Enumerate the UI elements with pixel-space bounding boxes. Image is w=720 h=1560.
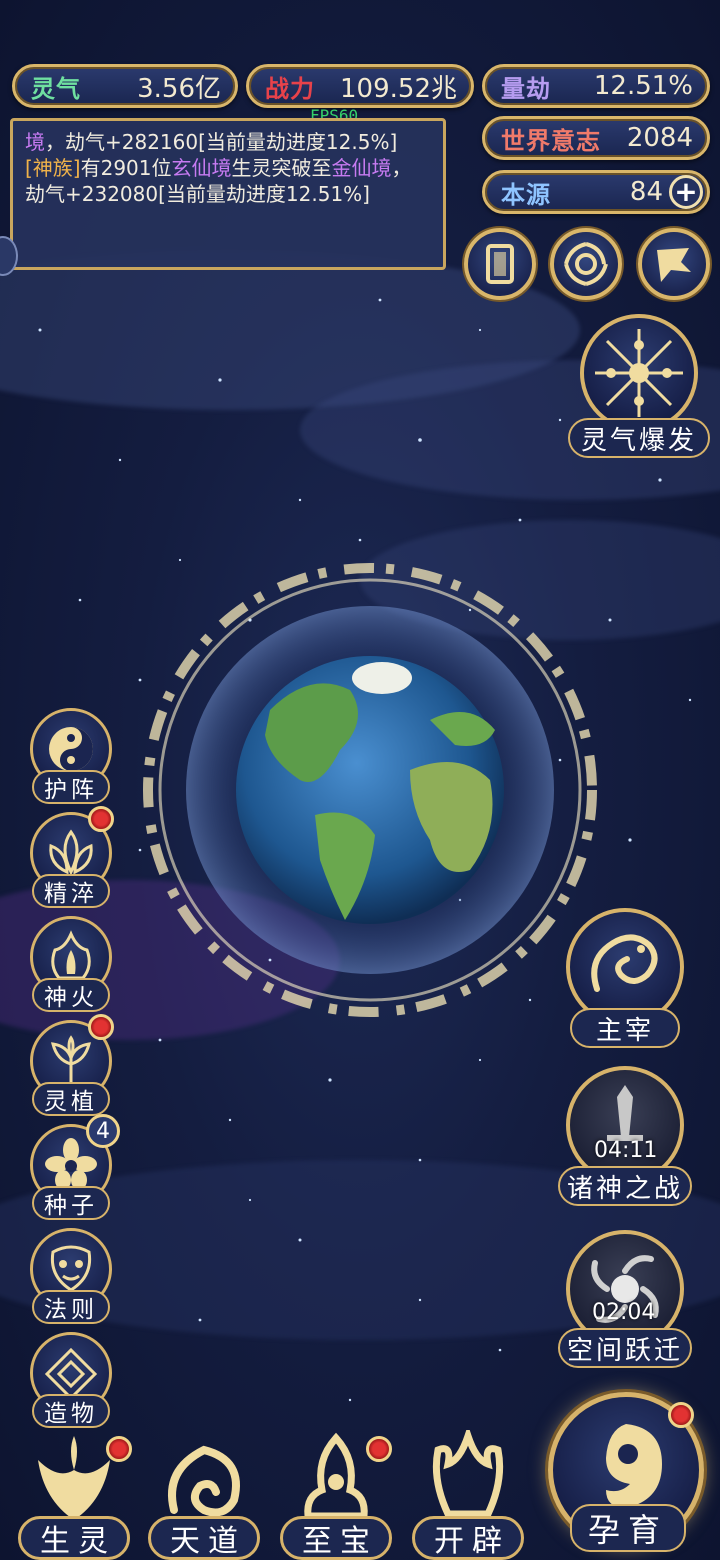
bottom-sheng-ling-label: 生灵 [18, 1516, 130, 1560]
notification-dot [88, 1014, 114, 1040]
fire-icon [51, 930, 91, 980]
bottom-sheng-ling[interactable]: 生灵 [14, 1428, 134, 1560]
yunyu-button[interactable]: 孕育 [542, 1392, 712, 1556]
lingqi-burst-label: 灵气爆发 [568, 418, 710, 458]
bottom-tian-dao-label: 天道 [148, 1516, 260, 1560]
bottom-kai-pi[interactable]: 开辟 [408, 1428, 528, 1560]
flower-icon [45, 1138, 97, 1190]
notification-dot [668, 1402, 694, 1428]
flag-button[interactable] [638, 228, 710, 300]
zhanli-value: 109.52兆 [340, 73, 457, 104]
planet-graphic [143, 563, 597, 1017]
lingqi-burst-button[interactable]: 灵气爆发 [568, 310, 714, 460]
bottom-zhi-bao-label: 至宝 [280, 1516, 392, 1560]
shijie-label: 世界意志 [501, 126, 601, 155]
shijie-value: 2084 [626, 123, 693, 153]
menu-ling-zhi[interactable]: 灵植 [26, 1014, 116, 1116]
zhuzai-button[interactable]: 主宰 [560, 908, 690, 1050]
menu-zhong-zi[interactable]: 种子 4 [26, 1114, 120, 1220]
menu-shen-huo[interactable]: 神火 [26, 916, 116, 1012]
bottom-tian-dao[interactable]: 天道 [144, 1428, 264, 1560]
menu-jing-cui[interactable]: 精淬 [26, 806, 116, 908]
world-planet[interactable] [140, 560, 600, 1020]
menu-zhong-zi-label: 种子 [32, 1186, 110, 1220]
flame-crown-icon [432, 1430, 504, 1518]
menu-zao-wu[interactable]: 造物 [26, 1332, 116, 1428]
bottom-kai-pi-label: 开辟 [412, 1516, 524, 1560]
liangjie-value: 12.51% [593, 71, 693, 101]
vortex-button[interactable] [550, 228, 622, 300]
notification-dot [106, 1436, 132, 1462]
zhanli-stat: 战力 109.52兆 [246, 64, 474, 108]
menu-zao-wu-label: 造物 [32, 1394, 110, 1428]
lingqi-value: 3.56亿 [137, 73, 221, 104]
lingqi-label: 灵气 [31, 74, 81, 103]
card-button[interactable] [464, 228, 536, 300]
rune-icon [44, 1347, 98, 1400]
log-entry: [神族]有2901位玄仙境生灵突破至金仙境，劫气+232080[当前量劫进度12… [25, 156, 412, 206]
menu-hu-zhen-label: 护阵 [32, 770, 110, 804]
vortex-icon [564, 242, 608, 286]
benyuan-value: 84 [629, 177, 663, 207]
menu-fa-ze-label: 法则 [32, 1290, 110, 1324]
benyuan-stat: 本源 84 + [482, 170, 710, 214]
add-benyuan-button[interactable]: + [669, 175, 703, 209]
zhushen-timer: 04:11 [594, 1138, 658, 1163]
lingqi-stat: 灵气 3.56亿 [12, 64, 238, 108]
zhushen-war-button[interactable]: 04:11 诸神之战 [558, 1066, 692, 1206]
event-log[interactable]: 境，劫气+282160[当前量劫进度12.5%] [神族]有2901位玄仙境生灵… [10, 118, 446, 270]
log-entry: 境，劫气+282160[当前量劫进度12.5%] [25, 130, 398, 154]
count-badge: 4 [86, 1114, 120, 1148]
liangjie-label: 量劫 [501, 74, 551, 103]
kongjian-timer: 02:04 [592, 1300, 656, 1325]
lotus-flame-icon [49, 829, 93, 876]
notification-dot [88, 806, 114, 832]
burst-icon [595, 329, 683, 417]
menu-hu-zhen[interactable]: 护阵 [26, 708, 116, 804]
notification-dot [366, 1436, 392, 1462]
menu-ling-zhi-label: 灵植 [32, 1082, 110, 1116]
shijie-stat[interactable]: 世界意志 2084 [482, 116, 710, 160]
cloud-swirl-icon [168, 1445, 240, 1517]
plant-icon [51, 1035, 91, 1084]
mask-icon [50, 1245, 92, 1292]
yunyu-label: 孕育 [570, 1504, 686, 1552]
menu-shen-huo-label: 神火 [32, 978, 110, 1012]
liangjie-stat[interactable]: 量劫 12.51% [482, 64, 710, 108]
menu-jing-cui-label: 精淬 [32, 874, 110, 908]
kongjian-label: 空间跃迁 [558, 1328, 692, 1368]
zhanli-label: 战力 [265, 74, 315, 103]
benyuan-label: 本源 [501, 180, 551, 209]
flag-icon [657, 248, 691, 282]
dragon-icon [591, 934, 658, 992]
kongjian-jump-button[interactable]: 02:04 空间跃迁 [556, 1230, 694, 1370]
yinyang-icon [49, 727, 93, 771]
zhushen-label: 诸神之战 [558, 1166, 692, 1206]
card-icon [486, 244, 514, 284]
menu-fa-ze[interactable]: 法则 [26, 1228, 116, 1324]
bottom-zhi-bao[interactable]: 至宝 [276, 1428, 396, 1560]
zhuzai-label: 主宰 [570, 1008, 680, 1048]
